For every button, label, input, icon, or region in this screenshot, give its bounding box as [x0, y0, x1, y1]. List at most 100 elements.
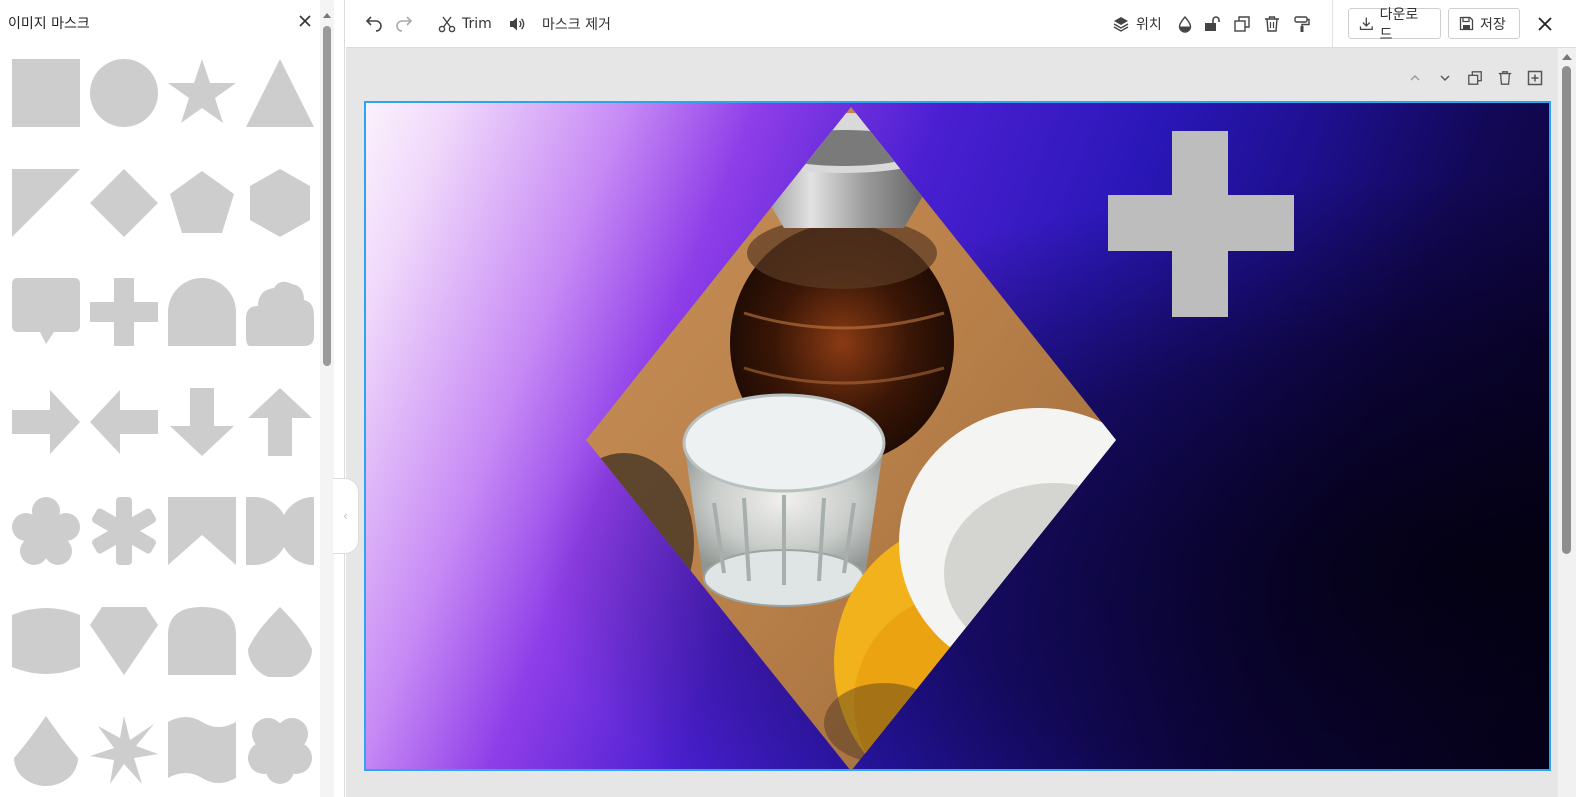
diamond-icon	[90, 169, 158, 237]
position-button[interactable]: 위치	[1112, 0, 1162, 47]
remove-mask-label: 마스크 제거	[542, 16, 611, 33]
mask-shape-hexagon[interactable]	[244, 167, 316, 239]
scroll-up-icon[interactable]	[322, 10, 332, 20]
mask-shape-circle[interactable]	[88, 57, 160, 129]
teardrop-icon	[248, 607, 312, 677]
trim-button[interactable]: Trim	[438, 0, 492, 47]
cross-icon	[90, 278, 158, 346]
arrow-right-icon	[12, 390, 80, 454]
square-icon	[12, 59, 80, 127]
mask-shape-square[interactable]	[10, 57, 82, 129]
mask-shape-grid	[0, 46, 322, 797]
artboard[interactable]	[364, 101, 1551, 771]
delete-page-button[interactable]	[1495, 68, 1515, 88]
paint-roller-icon	[1294, 15, 1310, 32]
duplicate-icon	[1234, 15, 1250, 32]
download-label: 다운로드	[1379, 6, 1419, 43]
audio-button[interactable]	[508, 0, 526, 47]
save-icon	[1459, 16, 1474, 31]
trim-label: Trim	[462, 15, 492, 32]
mask-shape-flower[interactable]	[10, 495, 82, 567]
plus-mask-placeholder[interactable]	[1108, 131, 1294, 317]
clover-icon	[248, 718, 312, 784]
save-button[interactable]: 저장	[1448, 8, 1520, 39]
scroll-up-icon[interactable]	[1561, 52, 1573, 62]
mask-shape-starburst[interactable]	[88, 714, 160, 786]
mask-shape-clover[interactable]	[244, 714, 316, 786]
wave-flag-icon	[168, 717, 236, 783]
layers-icon	[1113, 16, 1129, 32]
arrow-down-icon	[170, 388, 234, 456]
download-icon	[1359, 17, 1373, 30]
mask-shape-star[interactable]	[166, 57, 238, 129]
right-triangle-icon	[12, 169, 80, 237]
chevron-up-icon	[1410, 75, 1420, 81]
mask-shape-cloud[interactable]	[244, 276, 316, 348]
mask-shape-pentagon[interactable]	[166, 167, 238, 239]
cloud-icon	[246, 281, 314, 346]
move-page-up-button[interactable]	[1405, 68, 1425, 88]
mask-shape-moon-split[interactable]	[244, 495, 316, 567]
drop-icon	[14, 716, 78, 786]
redo-icon	[396, 15, 413, 32]
star-icon	[168, 59, 236, 123]
move-page-down-button[interactable]	[1435, 68, 1455, 88]
arch-icon	[168, 278, 236, 346]
diamond-masked-photo[interactable]	[584, 103, 1118, 771]
close-editor-button[interactable]	[1535, 0, 1555, 47]
position-label: 위치	[1136, 16, 1162, 33]
mask-shape-gem[interactable]	[88, 605, 160, 677]
mask-shape-speech-bubble[interactable]	[10, 276, 82, 348]
chevron-left-icon: ‹	[343, 509, 348, 523]
image-mask-panel: 이미지 마스크	[0, 0, 345, 797]
cylinder-icon	[12, 608, 80, 674]
add-page-button[interactable]	[1525, 68, 1545, 88]
mask-shape-arrow-up[interactable]	[244, 386, 316, 458]
pentagon-icon	[170, 171, 234, 233]
starburst-icon	[90, 716, 158, 784]
duplicate-button[interactable]	[1233, 0, 1251, 47]
remove-mask-button[interactable]: 마스크 제거	[542, 0, 611, 47]
collapse-panel-tab[interactable]: ‹	[333, 478, 359, 554]
gem-icon	[90, 607, 158, 675]
lock-button[interactable]	[1203, 0, 1221, 47]
mask-shape-right-triangle[interactable]	[10, 167, 82, 239]
save-label: 저장	[1480, 16, 1506, 33]
speech-bubble-icon	[12, 278, 80, 344]
mask-shape-teardrop[interactable]	[244, 605, 316, 677]
panel-scrollbar-thumb[interactable]	[323, 26, 331, 366]
mask-shape-arrow-right[interactable]	[10, 386, 82, 458]
close-icon[interactable]	[296, 12, 314, 30]
arrow-left-icon	[90, 390, 158, 454]
window-scrollbar-thumb[interactable]	[1562, 66, 1571, 554]
close-icon	[1538, 16, 1552, 31]
mask-shape-tombstone[interactable]	[166, 605, 238, 677]
arrow-up-icon	[248, 388, 312, 456]
undo-icon	[365, 15, 382, 32]
delete-button[interactable]	[1263, 0, 1281, 47]
mask-shape-asterisk[interactable]	[88, 495, 160, 567]
mask-shape-triangle[interactable]	[244, 57, 316, 129]
mask-shape-drop[interactable]	[10, 714, 82, 786]
style-paint-button[interactable]	[1293, 0, 1311, 47]
panel-title: 이미지 마스크	[8, 16, 90, 32]
mask-shape-diamond[interactable]	[88, 167, 160, 239]
duplicate-page-button[interactable]	[1465, 68, 1485, 88]
panel-header: 이미지 마스크	[0, 0, 320, 46]
mask-shape-arch[interactable]	[166, 276, 238, 348]
undo-button[interactable]	[364, 0, 384, 47]
speaker-icon	[510, 17, 525, 30]
add-page-icon	[1527, 70, 1543, 86]
opacity-button[interactable]	[1176, 0, 1194, 47]
mask-shape-wave-flag[interactable]	[166, 714, 238, 786]
mask-shape-cross[interactable]	[88, 276, 160, 348]
circle-icon	[90, 59, 158, 127]
mask-shape-cylinder[interactable]	[10, 605, 82, 677]
mask-shape-arrow-down[interactable]	[166, 386, 238, 458]
redo-button[interactable]	[394, 0, 414, 47]
download-button[interactable]: 다운로드	[1348, 7, 1441, 43]
mask-shape-ribbon[interactable]	[166, 495, 238, 567]
drop-icon	[1178, 15, 1192, 33]
mask-shape-arrow-left[interactable]	[88, 386, 160, 458]
moon-split-icon	[246, 497, 314, 565]
